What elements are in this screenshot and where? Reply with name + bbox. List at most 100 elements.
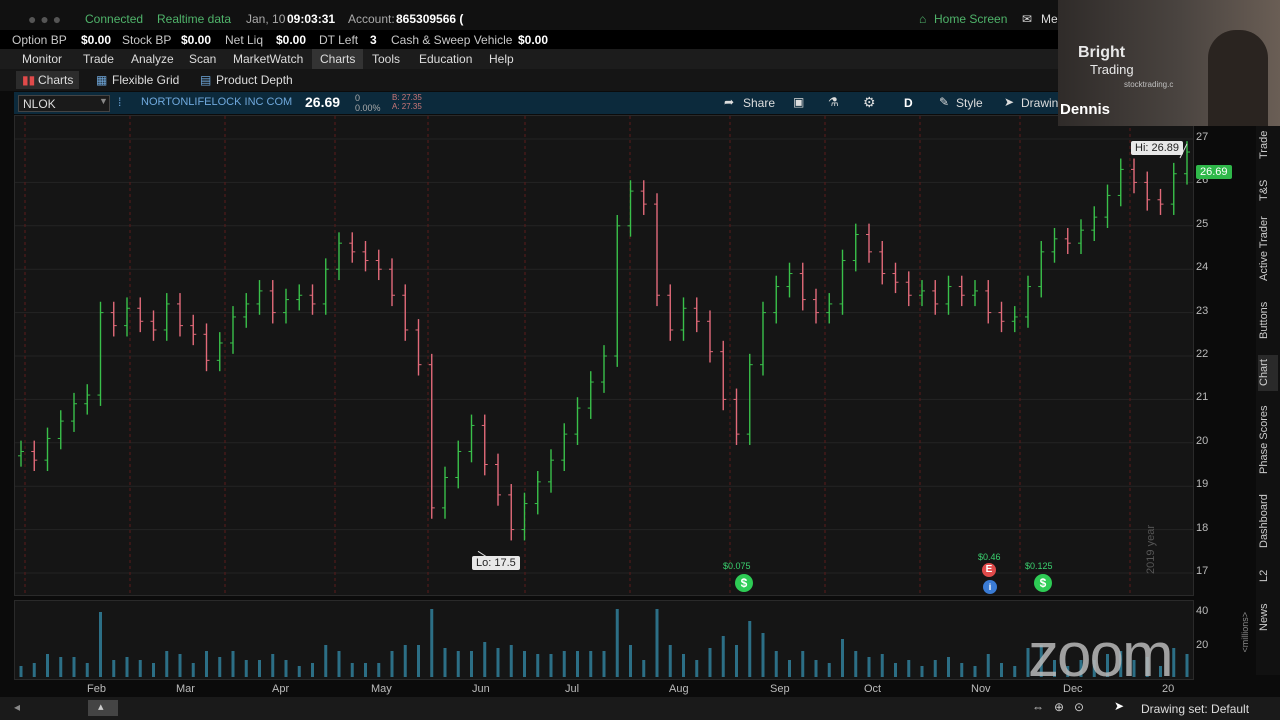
side-tab-news[interactable]: News (1258, 599, 1278, 635)
date: Jan, 10 (246, 12, 286, 26)
menu-help[interactable]: Help (489, 52, 514, 66)
dividend-icon[interactable]: $ (1034, 574, 1052, 592)
crosshair-icon[interactable]: ⊕ (1054, 700, 1064, 714)
price-bar (587, 371, 594, 419)
bid-price: B: 27.35 (392, 93, 422, 102)
volume-bar (774, 651, 778, 677)
price-bar (428, 353, 435, 519)
price-bar (892, 262, 899, 294)
style-button[interactable]: Style (956, 96, 983, 110)
subtab-flexible-grid[interactable]: ▦ Flexible Grid (90, 71, 185, 89)
bottom-toolbar: ◂ ▴ ⇔ ⊕ ⊙ ➤ Drawing set: Default (0, 697, 1280, 720)
mail-icon[interactable]: ✉ (1022, 12, 1032, 26)
messages-link[interactable]: Me (1041, 12, 1058, 26)
price-bar (230, 306, 236, 354)
symbol-input[interactable]: NLOK ▼ (18, 95, 110, 112)
style-icon[interactable]: ✎ (939, 95, 949, 109)
subtab-product-depth-label: Product Depth (216, 73, 293, 87)
volume-chart[interactable] (15, 601, 1193, 679)
subtab-product-depth[interactable]: ▤ Product Depth (194, 71, 299, 89)
x-label: Nov (971, 683, 991, 695)
chevron-down-icon[interactable]: ▼ (99, 96, 108, 106)
price-bar (945, 275, 952, 315)
volume-bar (523, 651, 526, 677)
price-bar (799, 262, 806, 311)
drawing-cursor-icon[interactable]: ➤ (1004, 95, 1014, 109)
menu-trade[interactable]: Trade (83, 52, 114, 66)
drawings-button[interactable]: Drawin (1021, 96, 1058, 110)
price-bar (375, 249, 382, 281)
menu-monitor[interactable]: Monitor (22, 52, 62, 66)
side-tab-time-and-sales[interactable]: T&S (1258, 173, 1278, 207)
price-tick-label: 27 (1196, 131, 1209, 144)
price-bar (163, 293, 170, 341)
pan-icon[interactable]: ⇔ (1032, 700, 1044, 714)
window-controls-icon[interactable]: ● ● ● (28, 11, 61, 27)
price-bar (31, 440, 38, 471)
snapshot-icon[interactable]: ▣ (793, 95, 804, 109)
side-tab-l2[interactable]: L2 (1258, 565, 1278, 587)
earnings-icon[interactable]: E (982, 563, 996, 577)
volume-bar (456, 651, 460, 677)
side-tab-dashboard[interactable]: Dashboard (1258, 489, 1278, 553)
aggregation-button[interactable]: D (904, 96, 913, 110)
price-bar (243, 293, 250, 328)
price-tick-label: 20 (1196, 434, 1209, 447)
home-screen-icon[interactable]: ⌂ (919, 12, 926, 26)
menu-education[interactable]: Education (419, 52, 472, 66)
menu-charts-active[interactable]: Charts (312, 49, 364, 69)
price-bar (905, 271, 912, 307)
price-tick-label: 23 (1196, 304, 1209, 317)
price-bar (680, 297, 687, 341)
volume-bar (430, 609, 434, 677)
volume-bar (390, 651, 394, 677)
price-bar (57, 410, 64, 450)
subtab-charts[interactable]: ▮▮ Charts (16, 71, 80, 89)
menu-tools[interactable]: Tools (372, 52, 400, 66)
x-label: Jun (472, 683, 490, 695)
side-tab-active-trader[interactable]: Active Trader (1258, 213, 1278, 285)
account-label: Account: (348, 12, 395, 26)
volume-bar (284, 660, 288, 677)
link-icon[interactable]: ⁞ (118, 95, 121, 109)
menu-scan[interactable]: Scan (189, 52, 216, 66)
volume-bar (947, 657, 950, 677)
volume-unit: <millions> (1240, 612, 1250, 653)
side-tab-buttons[interactable]: Buttons (1258, 297, 1278, 343)
volume-panel[interactable] (14, 600, 1194, 680)
account-number[interactable]: 865309566 ( (396, 12, 463, 26)
price-bar (468, 414, 475, 463)
price-bar (455, 440, 462, 489)
drawing-set[interactable]: Drawing set: Default (1141, 702, 1249, 716)
side-tab-chart[interactable]: Chart (1258, 355, 1278, 391)
menu-marketwatch[interactable]: MarketWatch (233, 52, 303, 66)
share-icon[interactable]: ➦ (724, 95, 734, 109)
net-liq-label: Net Liq (225, 33, 264, 47)
dividend-icon[interactable]: $ (735, 574, 753, 592)
price-bar (1144, 171, 1151, 211)
price-bar (561, 423, 568, 471)
side-tab-phase-scores[interactable]: Phase Scores (1258, 403, 1278, 477)
price-chart[interactable] (15, 116, 1193, 595)
price-bar (1170, 162, 1177, 215)
dt-left-value: 3 (370, 33, 377, 47)
scroll-left-icon[interactable]: ◂ (14, 700, 20, 714)
volume-bar (152, 663, 155, 677)
price-bar (866, 223, 872, 263)
price-bar (269, 280, 276, 324)
volume-bar (165, 651, 169, 677)
share-button[interactable]: Share (743, 96, 775, 110)
price-bar (1025, 275, 1031, 328)
expand-panel-button[interactable]: ▴ (88, 700, 118, 716)
price-bar (1051, 227, 1058, 263)
zoom-icon[interactable]: ⊙ (1074, 700, 1084, 714)
percent-change: 0.00% (355, 103, 381, 113)
side-tab-trade[interactable]: Trade (1258, 123, 1278, 167)
menu-analyze[interactable]: Analyze (131, 52, 174, 66)
home-screen-link[interactable]: Home Screen (934, 12, 1007, 26)
studies-flask-icon[interactable]: ⚗ (828, 95, 839, 109)
price-bar (322, 258, 329, 315)
event-info-icon[interactable]: i (983, 580, 997, 594)
price-chart-panel[interactable] (14, 115, 1194, 596)
gear-icon[interactable]: ⚙ (863, 94, 876, 111)
